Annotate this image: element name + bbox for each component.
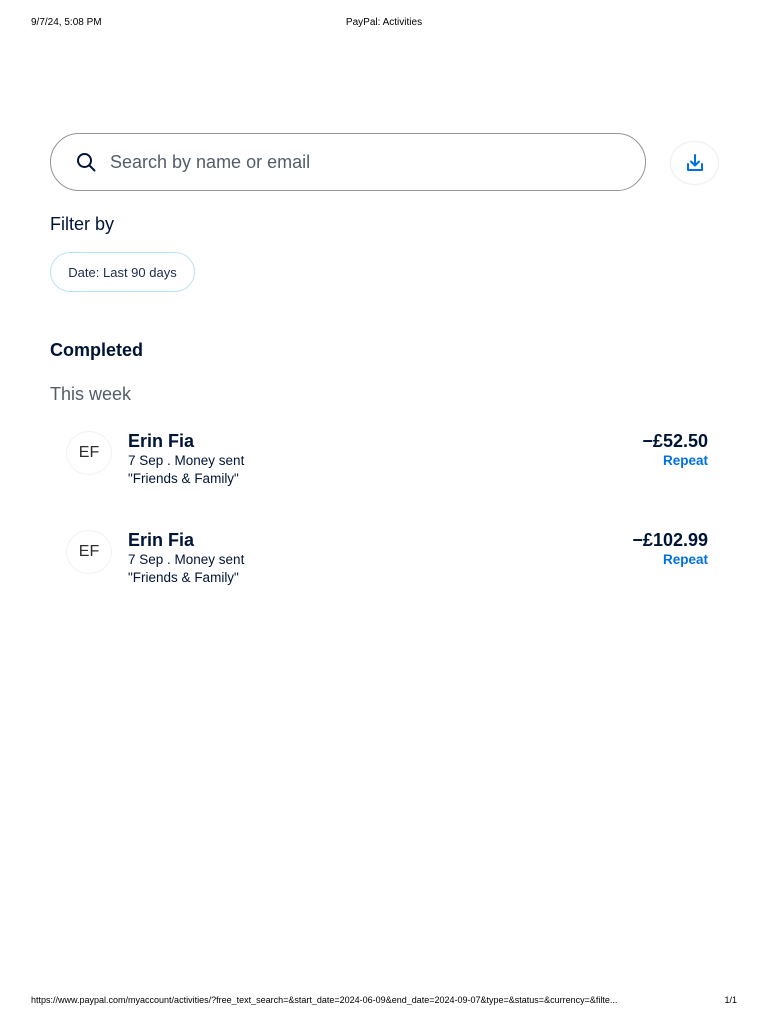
avatar: EF — [66, 530, 112, 574]
download-icon — [685, 153, 705, 173]
filter-title: Filter by — [50, 214, 115, 234]
transaction-note: "Friends & Family" — [128, 471, 239, 486]
avatar: EF — [66, 431, 112, 475]
group-title-this-week: This week — [50, 384, 132, 404]
transaction-name: Erin Fia — [128, 431, 195, 451]
repeat-link[interactable]: Repeat — [663, 552, 708, 567]
transaction-amount: −£102.99 — [632, 530, 708, 550]
completed-section-title: Completed — [50, 340, 144, 360]
date-filter-chip[interactable]: Date: Last 90 days — [50, 252, 195, 292]
transaction-note: "Friends & Family" — [128, 570, 239, 585]
transaction-amount: −£52.50 — [642, 431, 708, 451]
transaction-subtitle: 7 Sep . Money sent — [128, 552, 245, 567]
search-icon — [76, 152, 96, 172]
transaction-subtitle: 7 Sep . Money sent — [128, 453, 245, 468]
transaction-name: Erin Fia — [128, 530, 195, 550]
download-button[interactable] — [670, 141, 719, 185]
transaction-row[interactable]: EF Erin Fia 7 Sep . Money sent "Friends … — [50, 530, 718, 600]
print-page-number: 1/1 — [724, 995, 737, 1005]
transaction-row[interactable]: EF Erin Fia 7 Sep . Money sent "Friends … — [50, 431, 718, 501]
print-page-title: PayPal: Activities — [345, 17, 423, 28]
search-box[interactable] — [50, 133, 646, 191]
page: 9/7/24, 5:08 PM PayPal: Activities Filte… — [0, 0, 768, 1024]
print-url: https://www.paypal.com/myaccount/activit… — [31, 995, 618, 1005]
search-input[interactable] — [110, 151, 590, 173]
repeat-link[interactable]: Repeat — [663, 453, 708, 468]
